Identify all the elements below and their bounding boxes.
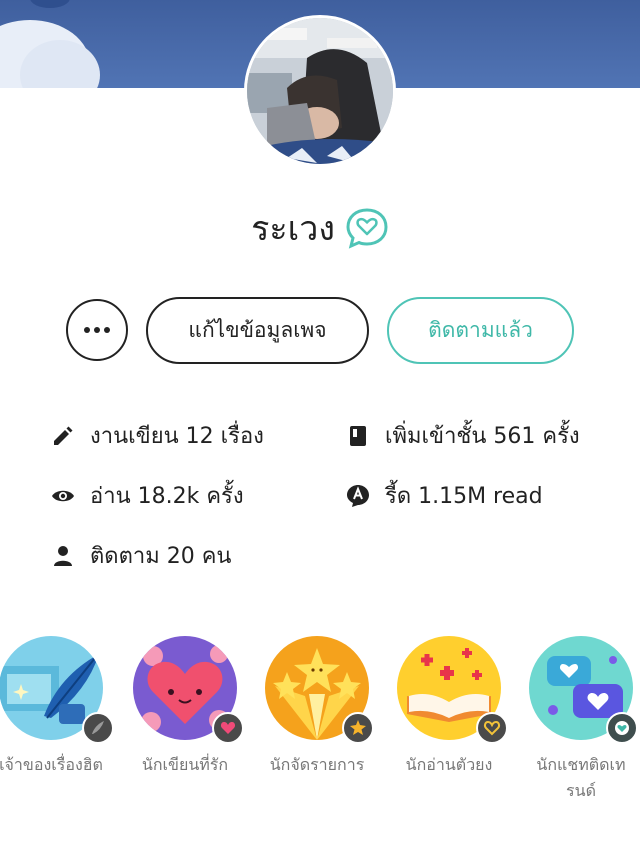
edit-page-button[interactable]: แก้ไขข้อมูลเพจ xyxy=(146,297,369,364)
stat-chat-reads-text: รี้ด 1.15M read xyxy=(385,484,543,509)
eye-icon xyxy=(50,483,76,509)
stat-works-text: งานเขียน 12 เรื่อง xyxy=(90,424,264,449)
profile-name: ระเวง xyxy=(251,209,335,249)
stat-shelf-text: เพิ่มเข้าชั้น 561 ครั้ง xyxy=(385,424,580,449)
feather-icon xyxy=(82,712,114,744)
stat-works: งานเขียน 12 เรื่อง xyxy=(50,418,264,453)
stat-reads-text: อ่าน 18.2k ครั้ง xyxy=(90,484,244,509)
more-dot-icon xyxy=(84,327,90,333)
badge-curator[interactable]: นักจัดรายการ xyxy=(250,636,384,778)
following-button[interactable]: ติดตามแล้ว xyxy=(387,297,574,364)
badge-hit-story-owner[interactable]: เจ้าของเรื่องฮิต xyxy=(0,636,118,778)
profile-avatar[interactable] xyxy=(244,15,396,167)
book-heart-icon xyxy=(476,712,508,744)
badge-avid-reader[interactable]: นักอ่านตัวยง xyxy=(382,636,516,778)
profile-actions: แก้ไขข้อมูลเพจ ติดตามแล้ว xyxy=(0,297,640,365)
badge-trending-chatter[interactable]: นักแชทติดเทรนด์ xyxy=(514,636,640,804)
profile-name-row: ระเวง xyxy=(0,200,640,256)
more-dot-icon xyxy=(104,327,110,333)
stat-following: ติดตาม 20 คน xyxy=(50,538,231,573)
stat-shelf: เพิ่มเข้าชั้น 561 ครั้ง xyxy=(345,418,580,453)
stat-reads: อ่าน 18.2k ครั้ง xyxy=(50,478,244,513)
badge-label: นักเขียนที่รัก xyxy=(141,755,229,774)
badge-beloved-writer[interactable]: นักเขียนที่รัก xyxy=(118,636,252,778)
person-icon xyxy=(50,543,76,569)
achievement-badges: เจ้าของเรื่องฮิต นักเขียนที่รัก นักจัดรา… xyxy=(0,636,640,846)
more-options-button[interactable] xyxy=(66,299,128,361)
star-icon xyxy=(342,712,374,744)
chat-heart-icon xyxy=(606,712,638,744)
badge-label: นักจัดรายการ xyxy=(269,755,365,774)
heart-chat-icon xyxy=(345,206,389,250)
badge-label: นักแชทติดเทรนด์ xyxy=(536,755,626,800)
more-dot-icon xyxy=(94,327,100,333)
badge-label: นักอ่านตัวยง xyxy=(405,755,493,774)
book-shelf-icon xyxy=(345,423,371,449)
stat-chat-reads: รี้ด 1.15M read xyxy=(345,478,543,513)
heart-icon xyxy=(212,712,244,744)
chat-a-icon xyxy=(345,483,371,509)
stat-following-text: ติดตาม 20 คน xyxy=(90,544,232,569)
badge-label: เจ้าของเรื่องฮิต xyxy=(0,755,103,774)
pencil-icon xyxy=(50,423,76,449)
